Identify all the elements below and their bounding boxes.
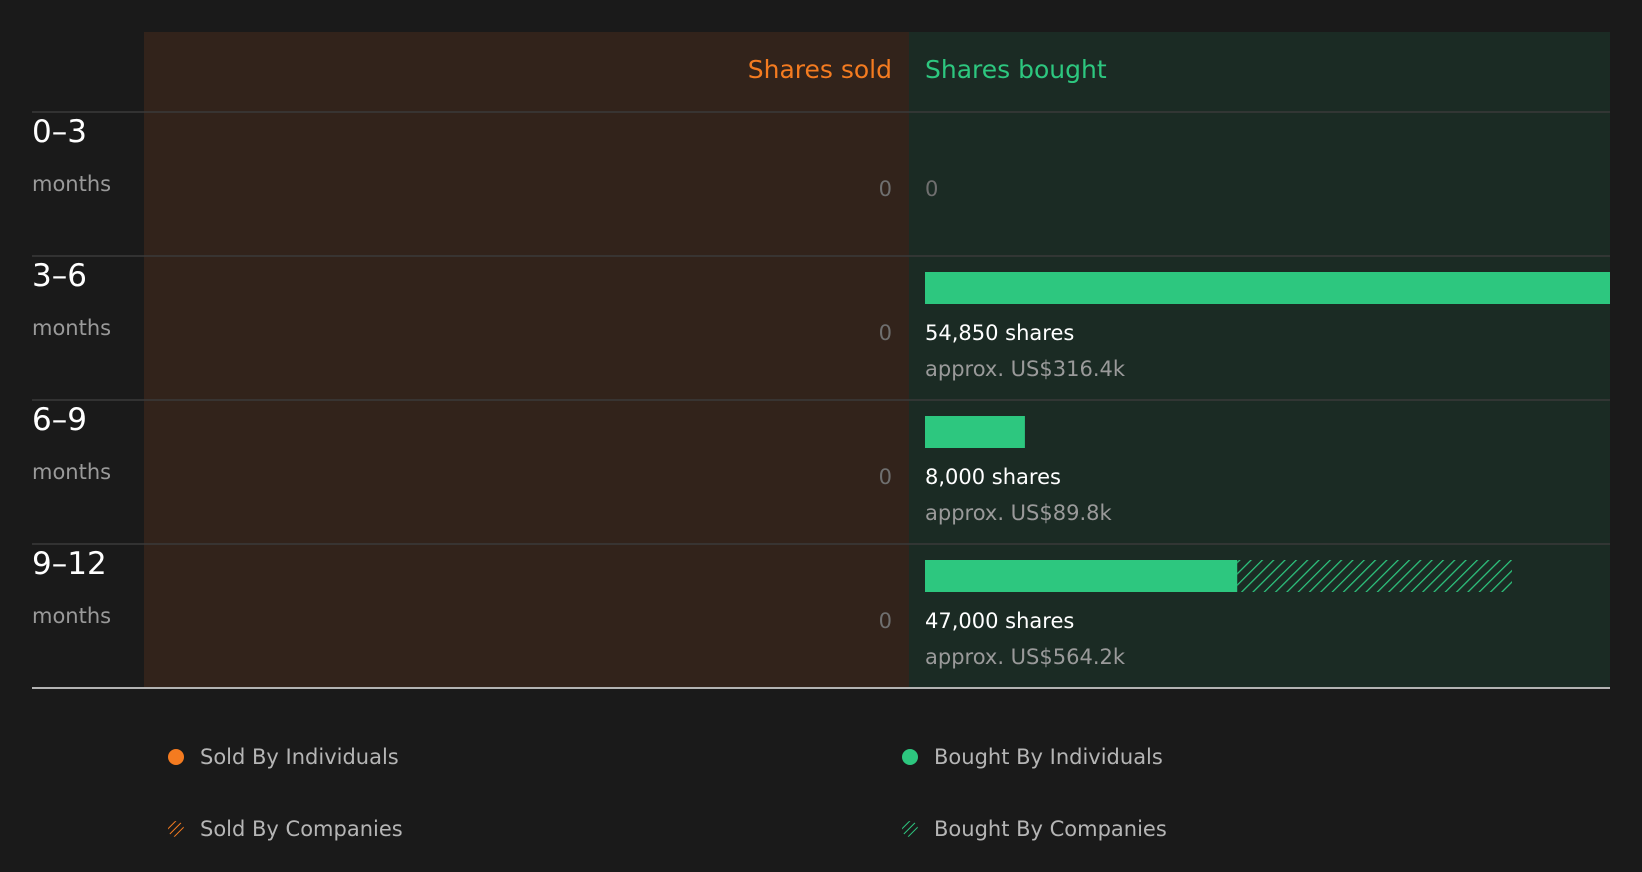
bought-value-approx-label: approx. US$89.8k xyxy=(925,501,1113,525)
legend-swatch-sold-individuals xyxy=(168,749,184,765)
legend-bought-companies: Bought By Companies xyxy=(902,817,1167,841)
sold-value-label: 0 xyxy=(879,177,892,201)
legend-sold-companies: Sold By Companies xyxy=(168,817,403,841)
row-unit-label: months xyxy=(32,460,111,484)
legend-swatch-bought-companies xyxy=(902,821,918,837)
legend-bought-individuals: Bought By Individuals xyxy=(902,745,1163,769)
legend-label: Sold By Individuals xyxy=(200,745,399,769)
legend-label: Bought By Companies xyxy=(934,817,1167,841)
row-unit-label: months xyxy=(32,172,111,196)
bought-value-label: 0 xyxy=(925,177,938,201)
row-range-label: 0–3 xyxy=(32,114,87,150)
bought-value-approx-label: approx. US$316.4k xyxy=(925,357,1126,381)
legend-label: Bought By Individuals xyxy=(934,745,1163,769)
bought-shares-label: 8,000 shares xyxy=(925,465,1061,489)
bought-shares-label: 47,000 shares xyxy=(925,609,1074,633)
bought-value-approx-label: approx. US$564.2k xyxy=(925,645,1126,669)
sold-header: Shares sold xyxy=(748,55,892,84)
insider-trading-chart: Shares sold Shares bought 0–3 months 0 0 3–6… xyxy=(32,32,1610,689)
legend-sold-individuals: Sold By Individuals xyxy=(168,745,399,769)
row-range-label: 6–9 xyxy=(32,402,87,438)
row-unit-label: months xyxy=(32,316,111,340)
bought-header: Shares bought xyxy=(925,55,1107,84)
bar-bought-companies xyxy=(1237,560,1512,592)
legend-label: Sold By Companies xyxy=(200,817,403,841)
legend-swatch-sold-companies xyxy=(168,821,184,837)
bought-shares-label: 54,850 shares xyxy=(925,321,1074,345)
sold-panel xyxy=(144,32,909,687)
row-range-label: 3–6 xyxy=(32,258,87,294)
sold-value-label: 0 xyxy=(879,321,892,345)
bar-bought-individuals xyxy=(925,272,1610,304)
sold-value-label: 0 xyxy=(879,609,892,633)
legend-swatch-bought-individuals xyxy=(902,749,918,765)
sold-value-label: 0 xyxy=(879,465,892,489)
row-range-label: 9–12 xyxy=(32,546,107,582)
row-unit-label: months xyxy=(32,604,111,628)
bar-bought-individuals xyxy=(925,416,1025,448)
bar-bought-individuals xyxy=(925,560,1238,592)
